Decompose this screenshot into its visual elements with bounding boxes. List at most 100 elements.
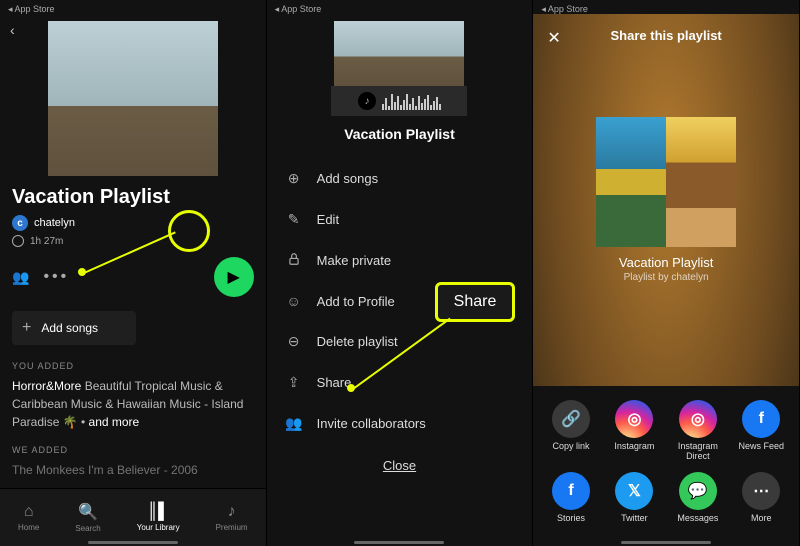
messages-icon: 💬 (679, 472, 717, 510)
status-text: App Store (281, 4, 321, 14)
globe-icon (12, 235, 24, 247)
screen-share-sheet: ◂ App Store ✕ Share this playlist Vacati… (533, 0, 800, 546)
tab-premium[interactable]: ♪ Premium (216, 503, 248, 532)
more-options-icon[interactable]: ••• (43, 268, 69, 286)
menu-share[interactable]: ⇪ Share (285, 362, 515, 403)
playlist-meta: 1h 27m (0, 235, 266, 257)
home-indicator (621, 541, 711, 544)
menu-label: Share (317, 375, 352, 390)
home-indicator (354, 541, 444, 544)
status-text: App Store (548, 4, 588, 14)
premium-icon: ♪ (228, 503, 236, 521)
instagram-direct-icon: ◎ (679, 400, 717, 438)
tab-label: Your Library (137, 523, 180, 532)
menu-add-songs[interactable]: ⊕ Add songs (285, 158, 515, 199)
soundwave-icon (382, 92, 441, 110)
menu-label: Delete playlist (317, 334, 398, 349)
menu-label: Edit (317, 212, 339, 227)
library-icon: ║▌ (147, 503, 170, 521)
menu-label: Add songs (317, 171, 378, 186)
spotify-icon: ♪ (358, 92, 376, 110)
share-cover (596, 117, 736, 247)
share-label: Instagram Direct (666, 442, 729, 462)
more-icon: ⋯ (742, 472, 780, 510)
add-songs-label: Add songs (41, 321, 98, 335)
share-instagram-direct[interactable]: ◎ Instagram Direct (666, 400, 729, 462)
share-twitter[interactable]: 𝕏 Twitter (603, 472, 666, 524)
spotify-code[interactable]: ♪ (331, 86, 467, 116)
status-bar: ◂ App Store (0, 0, 266, 17)
share-label: News Feed (738, 442, 784, 452)
author-name: chatelyn (34, 217, 75, 229)
add-collaborator-icon[interactable]: 👥 (12, 269, 29, 286)
back-chevron-icon[interactable]: ‹ (10, 22, 15, 38)
share-playlist-name: Vacation Playlist (533, 255, 799, 270)
menu-title: Vacation Playlist (267, 126, 533, 142)
playlist-title: Vacation Playlist (0, 186, 266, 215)
tab-label: Search (75, 524, 100, 533)
share-sheet: ✕ Share this playlist Vacation Playlist … (533, 14, 799, 546)
menu-label: Invite collaborators (317, 416, 426, 431)
add-songs-button[interactable]: + Add songs (12, 311, 136, 345)
share-instagram[interactable]: ◎Instagram (603, 400, 666, 462)
share-stories[interactable]: f Stories (539, 472, 602, 524)
menu-edit[interactable]: ✎ Edit (285, 199, 515, 240)
profile-icon: ☺ (285, 293, 303, 309)
menu-delete[interactable]: ⊖ Delete playlist (285, 321, 515, 362)
twitter-icon: 𝕏 (615, 472, 653, 510)
menu-label: Make private (317, 253, 391, 268)
and-more: and more (89, 415, 140, 429)
menu-add-profile[interactable]: ☺Add to Profile (285, 281, 515, 321)
share-label: More (751, 514, 772, 524)
tab-home[interactable]: ⌂ Home (18, 503, 39, 532)
duration: 1h 27m (30, 236, 63, 247)
menu-invite[interactable]: 👥 Invite collaborators (285, 403, 515, 444)
share-copy-link[interactable]: 🔗Copy link (539, 400, 602, 462)
share-label: Instagram (614, 442, 654, 452)
share-label: Copy link (553, 442, 590, 452)
add-user-icon: 👥 (285, 415, 303, 432)
playlist-cover[interactable] (48, 21, 218, 176)
share-byline: Playlist by chatelyn (533, 272, 799, 283)
track-item-1[interactable]: Horror&More Beautiful Tropical Music & C… (0, 377, 266, 445)
status-bar: ◂ App Store (267, 0, 533, 17)
tab-library[interactable]: ║▌ Your Library (137, 503, 180, 532)
screen-playlist: ◂ App Store ‹ Vacation Playlist c chatel… (0, 0, 267, 546)
minus-circle-icon: ⊖ (285, 333, 303, 350)
share-more[interactable]: ⋯ More (730, 472, 793, 524)
share-messages[interactable]: 💬Messages (666, 472, 729, 524)
plus-circle-icon: ⊕ (285, 170, 303, 187)
close-button[interactable]: Close (267, 458, 533, 473)
playlist-cover-small (334, 21, 464, 86)
playlist-byline[interactable]: c chatelyn (0, 215, 266, 235)
search-icon: 🔍 (78, 502, 98, 522)
lock-icon (285, 252, 303, 269)
avatar-initial: c (17, 218, 23, 229)
share-label: Twitter (621, 514, 648, 524)
home-indicator (88, 541, 178, 544)
action-row: 👥 ••• ▶ (0, 257, 266, 307)
context-menu: ⊕ Add songs ✎ Edit Make private ☺Add to Pr… (267, 158, 533, 444)
home-icon: ⌂ (24, 503, 34, 521)
tab-label: Premium (216, 523, 248, 532)
close-icon[interactable]: ✕ (547, 28, 560, 48)
play-button[interactable]: ▶ (214, 257, 254, 297)
share-header: ✕ Share this playlist (533, 14, 799, 57)
share-icon: ⇪ (285, 374, 303, 391)
tab-bar: ⌂ Home 🔍 Search ║▌ Your Library ♪ Premium (0, 488, 266, 546)
status-text: App Store (15, 4, 55, 14)
pencil-icon: ✎ (285, 211, 303, 228)
facebook-stories-icon: f (552, 472, 590, 510)
tab-search[interactable]: 🔍 Search (75, 502, 100, 533)
you-added-label: YOU ADDED (0, 361, 266, 377)
menu-make-private[interactable]: Make private (285, 240, 515, 281)
share-label: Stories (557, 514, 585, 524)
screen-context-menu: ◂ App Store ♪ Vacation Playlist ⊕ Add son… (267, 0, 534, 546)
tab-label: Home (18, 523, 39, 532)
share-news-feed[interactable]: f News Feed (730, 400, 793, 462)
share-options-grid: 🔗Copy link ◎Instagram ◎Instagram Direct … (533, 386, 799, 546)
author-avatar: c (12, 215, 28, 231)
plus-icon: + (22, 319, 31, 337)
track-name: Horror&More (12, 379, 81, 393)
facebook-icon: f (742, 400, 780, 438)
